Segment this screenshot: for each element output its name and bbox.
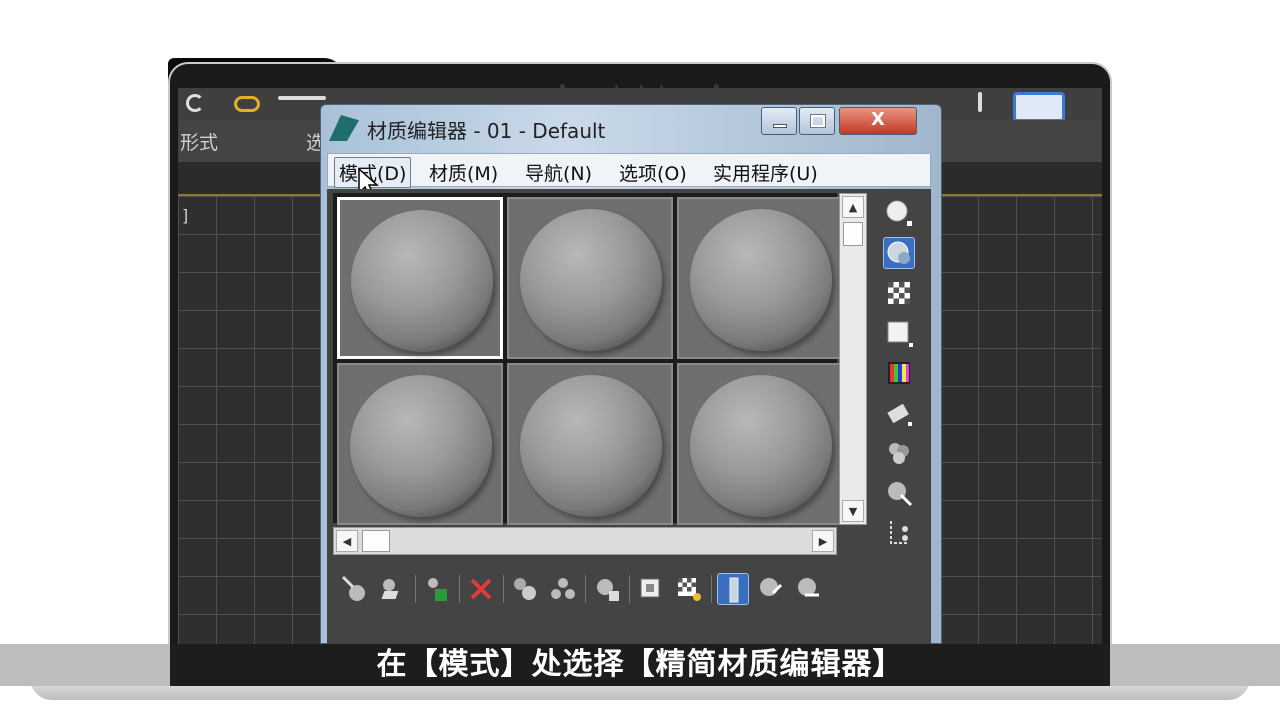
maximize-icon <box>810 114 826 128</box>
scroll-up-arrow-icon[interactable]: ▲ <box>842 196 864 218</box>
show-shaded-material-icon[interactable] <box>673 573 705 605</box>
material-sphere <box>520 375 662 517</box>
viewport-left[interactable]: ] <box>178 194 330 644</box>
scroll-right-arrow-icon[interactable]: ▶ <box>812 530 834 552</box>
minimize-icon <box>773 124 787 128</box>
sample-slot-6[interactable] <box>677 363 843 525</box>
get-material-icon[interactable] <box>339 573 371 605</box>
sample-type-sphere-icon[interactable] <box>883 197 915 229</box>
close-button[interactable]: X <box>839 107 917 135</box>
toolbar-separator <box>503 575 504 603</box>
sample-slot-5[interactable] <box>507 363 673 525</box>
video-color-check-icon[interactable] <box>883 357 915 389</box>
viewport-right[interactable] <box>940 194 1102 644</box>
menu-utilities[interactable]: 实用程序(U) <box>710 159 821 186</box>
scroll-left-arrow-icon[interactable]: ◀ <box>336 530 358 552</box>
material-sphere <box>350 375 492 517</box>
toolbar-strip <box>278 96 326 100</box>
toolbar-pin-icon[interactable] <box>978 92 982 112</box>
material-sphere <box>690 375 832 517</box>
horizontal-scrollbar[interactable]: ◀ ▶ <box>333 527 837 555</box>
sample-slot-grid <box>333 193 843 525</box>
background-checker-icon[interactable] <box>883 277 915 309</box>
menu-options[interactable]: 选项(O) <box>616 159 690 186</box>
assign-to-selection-icon[interactable] <box>421 573 453 605</box>
toolbar-separator <box>629 575 630 603</box>
material-map-navigator-icon[interactable] <box>883 517 915 549</box>
laptop-screen: 形式 选 ] 材质编辑器 - 01 - Default X 模式(D) 材质(M… <box>178 88 1102 644</box>
viewport-label[interactable]: ] <box>182 206 188 225</box>
video-subtitle: 在【模式】处选择【精简材质编辑器】 <box>376 647 904 682</box>
material-sphere <box>520 209 662 351</box>
vertical-scrollbar[interactable]: ▲ ▼ <box>839 193 867 525</box>
toolbar-separator <box>415 575 416 603</box>
go-to-parent-icon[interactable] <box>755 573 787 605</box>
maximize-button[interactable] <box>799 107 835 135</box>
bottom-toolbar <box>333 569 933 609</box>
sample-slot-1[interactable] <box>337 197 503 359</box>
toolbar-separator <box>711 575 712 603</box>
menu-navigation[interactable]: 导航(N) <box>522 159 595 186</box>
make-preview-icon[interactable] <box>883 397 915 429</box>
scroll-down-arrow-icon[interactable]: ▼ <box>842 500 864 522</box>
side-toolbar <box>881 193 921 553</box>
link-icon[interactable] <box>234 96 260 112</box>
menu-bar: 模式(D) 材质(M) 导航(N) 选项(O) 实用程序(U) <box>327 153 931 188</box>
material-sphere <box>690 209 832 351</box>
sample-slot-4[interactable] <box>337 363 503 525</box>
material-editor-window: 材质编辑器 - 01 - Default X 模式(D) 材质(M) 导航(N)… <box>320 104 942 644</box>
horizontal-scroll-thumb[interactable] <box>362 530 390 552</box>
3dsmax-app-icon <box>329 115 359 141</box>
toolbar-separator <box>459 575 460 603</box>
material-sphere <box>351 210 493 352</box>
show-end-result-icon[interactable] <box>717 573 749 605</box>
sample-slot-2[interactable] <box>507 197 673 359</box>
render-setup-button[interactable] <box>1013 92 1065 122</box>
toolbar-separator <box>585 575 586 603</box>
backlight-icon[interactable] <box>883 237 915 269</box>
put-to-library-icon[interactable] <box>591 573 623 605</box>
make-unique-icon[interactable] <box>547 573 579 605</box>
go-forward-sibling-icon[interactable] <box>793 573 825 605</box>
window-title: 材质编辑器 - 01 - Default <box>367 119 606 143</box>
put-to-scene-icon[interactable] <box>377 573 409 605</box>
vertical-scroll-thumb[interactable] <box>843 222 863 246</box>
material-id-channel-icon[interactable] <box>635 573 667 605</box>
close-icon: X <box>871 109 885 130</box>
menu-material[interactable]: 材质(M) <box>426 159 501 186</box>
sample-uv-tiling-icon[interactable] <box>883 317 915 349</box>
undo-icon[interactable] <box>186 94 204 112</box>
reset-map-icon[interactable] <box>465 573 497 605</box>
minimize-button[interactable] <box>761 107 797 135</box>
select-by-material-icon[interactable] <box>883 477 915 509</box>
sample-slot-3[interactable] <box>677 197 843 359</box>
editor-client-area: ▲ ▼ ◀ ▶ <box>327 189 931 644</box>
options-icon[interactable] <box>883 437 915 469</box>
copy-material-icon[interactable] <box>509 573 541 605</box>
ribbon-label-form: 形式 <box>180 132 219 154</box>
